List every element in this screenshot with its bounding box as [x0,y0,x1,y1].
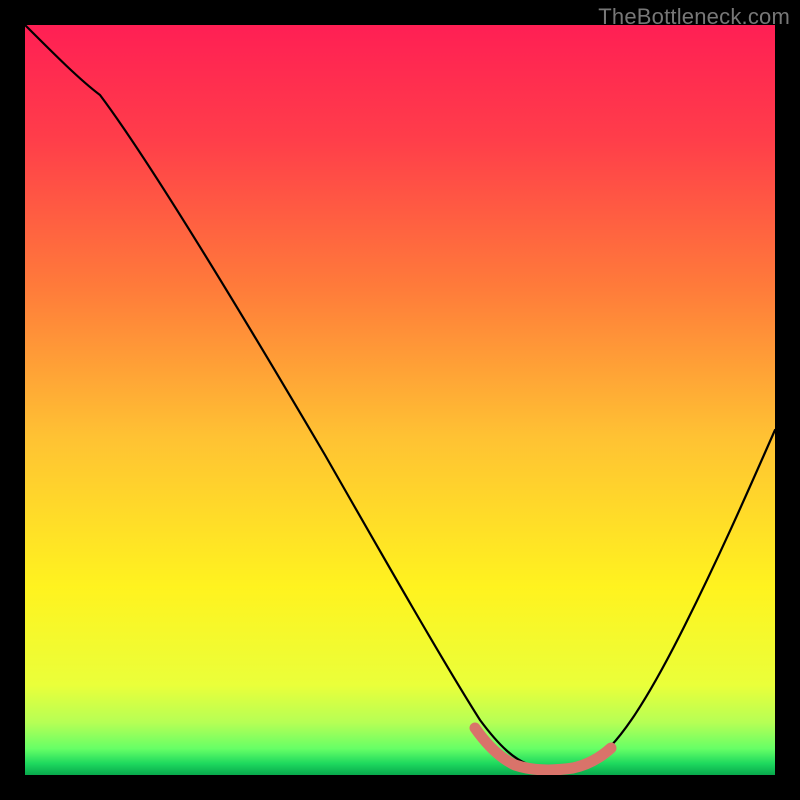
watermark-label: TheBottleneck.com [598,4,790,30]
gradient-background [25,25,775,775]
bottleneck-plot [25,25,775,775]
chart-stage: TheBottleneck.com [0,0,800,800]
